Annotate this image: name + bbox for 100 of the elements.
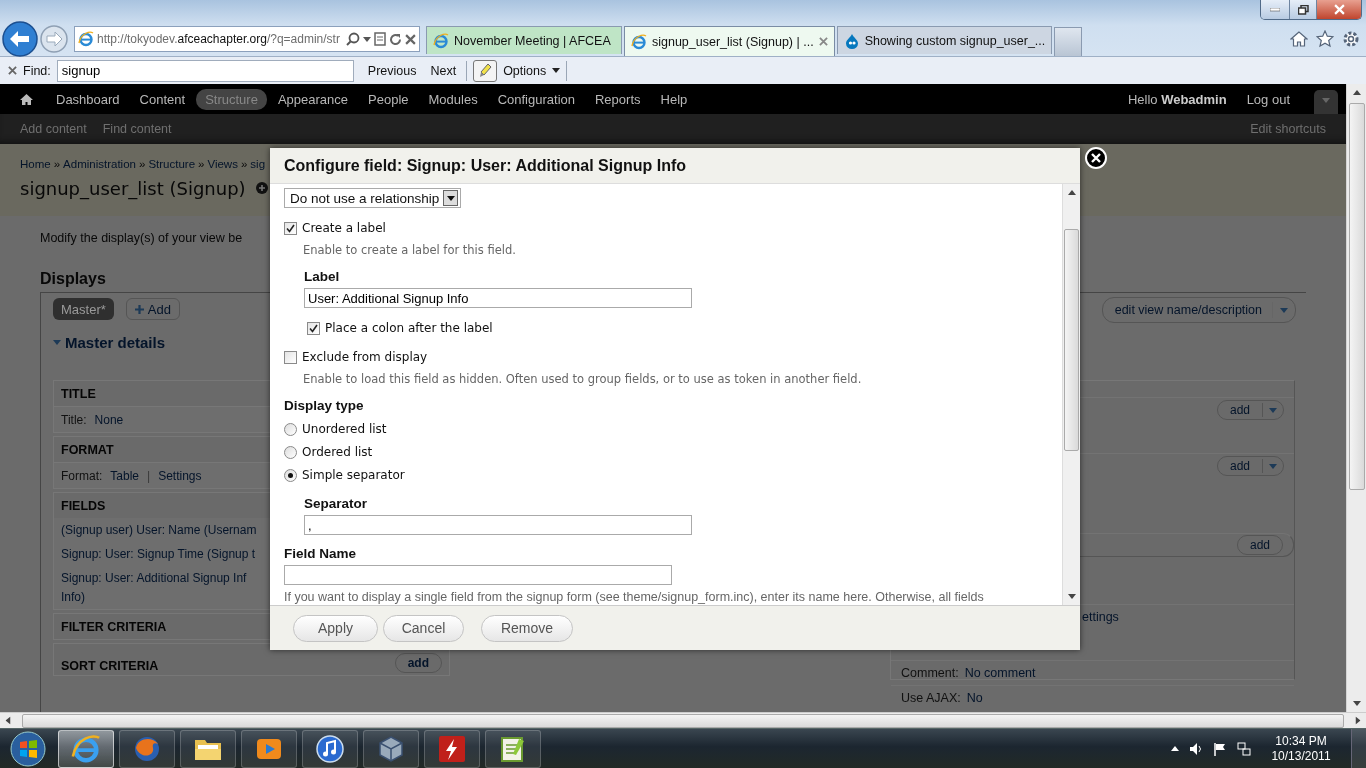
restore-button[interactable] bbox=[1290, 0, 1317, 19]
toolbar-menu-item[interactable]: People bbox=[359, 88, 418, 110]
browser-tab[interactable]: November Meeting | AFCEA bbox=[425, 26, 622, 54]
shortcut-link[interactable]: Add content bbox=[20, 121, 87, 136]
edit-view-button[interactable]: edit view name/description bbox=[1101, 297, 1296, 323]
plus-circle-icon[interactable] bbox=[255, 182, 268, 195]
dialog-scrollbar[interactable] bbox=[1062, 184, 1080, 605]
flag-icon[interactable] bbox=[1213, 741, 1227, 756]
back-button[interactable] bbox=[2, 21, 38, 57]
star-icon[interactable] bbox=[1316, 30, 1334, 48]
caret-icon bbox=[1280, 307, 1288, 313]
section-heading: FIELDS bbox=[61, 498, 106, 513]
next-button[interactable]: Next bbox=[426, 61, 461, 80]
help-text: If you want to display a single field from the signup form (see theme/signup_form.inc), enter its name here. Otherwise, all fields bbox=[284, 590, 985, 605]
checkbox[interactable] bbox=[307, 321, 320, 335]
field-label: Display type bbox=[284, 398, 365, 415]
setting-link[interactable]: Table bbox=[110, 468, 140, 483]
logout-link[interactable]: Log out bbox=[1246, 91, 1290, 107]
display-tab[interactable]: Master* bbox=[53, 298, 114, 320]
highlight-button[interactable] bbox=[473, 59, 498, 82]
close-icon bbox=[8, 66, 17, 75]
taskbar-button[interactable] bbox=[58, 729, 114, 768]
toolbar-menu-item[interactable]: Appearance bbox=[268, 88, 358, 110]
taskbar-button[interactable] bbox=[485, 729, 541, 768]
setting-link[interactable]: Settings bbox=[158, 468, 202, 483]
toolbar-menu-item[interactable]: Structure bbox=[196, 88, 267, 110]
edit-shortcuts-link[interactable]: Edit shortcuts bbox=[1250, 121, 1326, 136]
link-separator: | bbox=[147, 468, 151, 483]
field-link[interactable]: Info) bbox=[61, 590, 85, 604]
notepad-icon bbox=[499, 734, 527, 763]
highlighter-icon bbox=[478, 62, 493, 79]
home-icon[interactable] bbox=[20, 92, 33, 106]
checkbox[interactable] bbox=[284, 350, 297, 364]
toolbar-menu-item[interactable]: Reports bbox=[586, 88, 650, 110]
browser-tab[interactable]: Showing custom signup_user_... bbox=[836, 26, 1053, 54]
field-label: Separator bbox=[304, 496, 369, 513]
network-icon[interactable] bbox=[1237, 741, 1251, 756]
settings-icon[interactable] bbox=[1342, 30, 1360, 48]
taskbar-button[interactable] bbox=[241, 729, 297, 768]
browser-logo-icon bbox=[630, 33, 647, 50]
field-link[interactable]: (Signup user) User: Name (Usernam bbox=[61, 523, 257, 537]
field-link[interactable]: Signup: User: Signup Time (Signup t bbox=[61, 547, 256, 561]
toolbar-menu-item[interactable]: Help bbox=[651, 88, 697, 110]
lightning-icon bbox=[438, 734, 466, 763]
vertical-scrollbar[interactable] bbox=[1346, 84, 1366, 712]
setting-link[interactable]: No comment bbox=[964, 666, 1036, 680]
relationship-select[interactable]: Do not use a relationship bbox=[284, 188, 462, 208]
section-heading: FILTER CRITERIA bbox=[61, 619, 167, 634]
address-field[interactable]: http://tokyodev.afceachapter.org/?q=admin/str bbox=[74, 26, 420, 52]
dialog-title: Configure field: Signup: User: Additional Signup Info bbox=[284, 156, 687, 175]
checkbox[interactable] bbox=[284, 221, 297, 235]
taskbar-button[interactable] bbox=[180, 729, 236, 768]
field-name-input[interactable] bbox=[284, 565, 672, 585]
master-details-toggle[interactable]: Master details bbox=[53, 334, 166, 351]
taskbar-button[interactable] bbox=[302, 729, 358, 768]
label-input[interactable]: User: Additional Signup Info bbox=[304, 288, 692, 308]
dialog-button[interactable]: Cancel bbox=[383, 614, 464, 642]
find-label: Find: bbox=[23, 63, 51, 78]
dialog-button[interactable]: Apply bbox=[293, 614, 378, 642]
breadcrumb-link[interactable]: Views bbox=[207, 157, 238, 170]
breadcrumb-link[interactable]: Administration bbox=[63, 157, 136, 170]
taskbar-button[interactable] bbox=[363, 729, 419, 768]
help-text: Enable to create a label for this field. bbox=[302, 243, 517, 259]
radio-button[interactable] bbox=[284, 445, 297, 459]
start-orb-icon[interactable] bbox=[8, 729, 48, 768]
plus-icon bbox=[134, 304, 144, 314]
radio-button[interactable] bbox=[284, 422, 297, 436]
toolbar-menu-item[interactable]: Content bbox=[130, 88, 195, 110]
breadcrumb-link[interactable]: sig bbox=[250, 157, 266, 170]
setting-link[interactable]: No bbox=[966, 691, 983, 705]
down-arrow-icon bbox=[1067, 594, 1076, 599]
options-button[interactable]: Options bbox=[503, 63, 561, 78]
help-text: Enable to load this field as hidden. Often used to group fields, or to use as token in another field. bbox=[302, 372, 863, 388]
forward-button[interactable] bbox=[40, 25, 68, 53]
radio-button[interactable] bbox=[284, 468, 297, 482]
horizontal-scrollbar[interactable] bbox=[4, 713, 1362, 728]
greeting-text: Hello Webadmin bbox=[1127, 91, 1227, 107]
home-icon[interactable] bbox=[1290, 30, 1308, 48]
breadcrumb-link[interactable]: Structure bbox=[148, 157, 196, 170]
toolbar-menu-item[interactable]: Modules bbox=[419, 88, 487, 110]
find-field[interactable]: signup bbox=[56, 59, 354, 82]
speaker-icon[interactable] bbox=[1189, 741, 1203, 756]
shortcuts-toggle-button[interactable] bbox=[1314, 90, 1338, 114]
toolbar-menu-item[interactable]: Dashboard bbox=[47, 88, 129, 110]
previous-button[interactable]: Previous bbox=[363, 61, 421, 80]
description-text: Modify the display(s) of your view be bbox=[40, 231, 243, 247]
separator-input[interactable]: , bbox=[304, 515, 692, 535]
dialog-button[interactable]: Remove bbox=[481, 614, 573, 642]
section-title: Displays bbox=[40, 270, 106, 288]
toolbar-menu-item[interactable]: Configuration bbox=[488, 88, 584, 110]
browser-tab[interactable]: signup_user_list (Signup) | ... bbox=[623, 26, 835, 56]
taskbar-button[interactable] bbox=[424, 729, 480, 768]
shortcut-link[interactable]: Find content bbox=[102, 121, 172, 136]
partial-link[interactable]: ettings bbox=[1082, 610, 1119, 624]
display-tab[interactable]: Add bbox=[125, 298, 180, 320]
field-label: Label bbox=[304, 269, 341, 286]
refresh-icon bbox=[388, 32, 402, 46]
setting-link[interactable]: None bbox=[94, 412, 124, 427]
clock[interactable]: 10:34 PM 10/13/2011 bbox=[1261, 733, 1341, 764]
breadcrumb-link[interactable]: Home bbox=[20, 157, 51, 170]
